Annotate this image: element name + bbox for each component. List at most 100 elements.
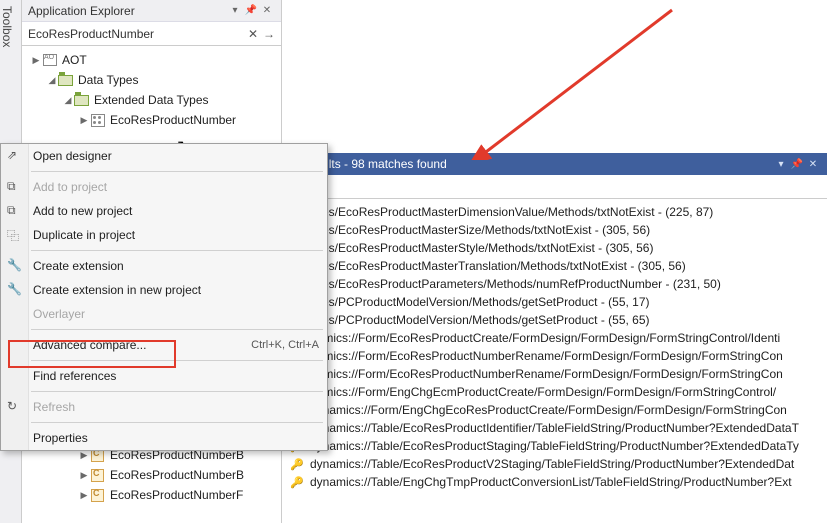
- result-text: ibles/EcoResProductParameters/Methods/nu…: [310, 277, 721, 291]
- results-titlebar: ol Results - 98 matches found ▾ 📌 ✕: [282, 153, 827, 175]
- menu-shortcut: Ctrl+K, Ctrl+A: [251, 339, 319, 351]
- wrench-icon: 🔧: [7, 282, 23, 298]
- dropdown-icon[interactable]: ▾: [227, 5, 243, 16]
- result-text: dynamics://Table/EcoResProductIdentifier…: [310, 421, 799, 435]
- tree-node-aot[interactable]: ▶ AOT: [22, 50, 281, 70]
- result-text: ibles/EcoResProductMasterSize/Methods/tx…: [310, 223, 650, 237]
- menu-create-extension-new[interactable]: 🔧 Create extension in new project: [1, 278, 327, 302]
- twisty-icon[interactable]: ▶: [78, 115, 90, 126]
- menu-label: Properties: [33, 431, 88, 445]
- edt-icon: [90, 113, 106, 127]
- menu-label: Refresh: [33, 400, 75, 414]
- menu-label: Advanced compare...: [33, 338, 146, 352]
- twisty-icon[interactable]: ▶: [78, 450, 90, 461]
- tree-node-class[interactable]: ▶ EcoResProductNumberF: [22, 485, 281, 505]
- twisty-icon[interactable]: ▶: [78, 490, 90, 501]
- clear-search-icon[interactable]: ✕: [245, 27, 261, 41]
- explorer-search-input[interactable]: [26, 25, 245, 43]
- menu-add-to-new-project[interactable]: ⧉ Add to new project: [1, 199, 327, 223]
- add-icon: ⧉: [7, 179, 23, 195]
- result-row[interactable]: ▤ibles/PCProductModelVersion/Methods/get…: [282, 311, 827, 329]
- result-row[interactable]: ▤ibles/EcoResProductMasterDimensionValue…: [282, 203, 827, 221]
- result-text: ibles/PCProductModelVersion/Methods/getS…: [310, 295, 650, 309]
- result-row[interactable]: ▭namics://Form/EcoResProductNumberRename…: [282, 365, 827, 383]
- results-title: ol Results - 98 matches found: [288, 157, 773, 171]
- menu-open-designer[interactable]: ⇗ Open designer: [1, 144, 327, 168]
- result-text: ibles/EcoResProductMasterTranslation/Met…: [310, 259, 686, 273]
- twisty-icon[interactable]: ◢: [62, 95, 74, 106]
- result-text: ibles/PCProductModelVersion/Methods/getS…: [310, 313, 650, 327]
- duplicate-icon: ⿻: [7, 227, 23, 243]
- result-text: namics://Form/EngChgEcmProductCreate/For…: [310, 385, 776, 399]
- explorer-title: Application Explorer: [28, 4, 227, 18]
- result-row[interactable]: ▭namics://Form/EcoResProductNumberRename…: [282, 347, 827, 365]
- result-row[interactable]: ▤ibles/EcoResProductMasterTranslation/Me…: [282, 257, 827, 275]
- node-label: EcoResProductNumberB: [110, 468, 244, 482]
- context-menu: ⇗ Open designer ⧉ Add to project ⧉ Add t…: [0, 143, 328, 451]
- result-text: dynamics://Table/EcoResProductStaging/Ta…: [310, 439, 799, 453]
- twisty-icon[interactable]: ▶: [30, 55, 42, 66]
- menu-label: Find references: [33, 369, 116, 383]
- node-label: Extended Data Types: [94, 93, 209, 107]
- class-icon: [90, 468, 106, 482]
- dropdown-icon[interactable]: ▾: [773, 159, 789, 170]
- aot-icon: [42, 53, 58, 67]
- explorer-search-row: ✕ →: [22, 22, 281, 46]
- tree-node-class[interactable]: ▶ EcoResProductNumberB: [22, 465, 281, 485]
- result-row[interactable]: 🔑dynamics://Table/EngChgTmpProductConver…: [282, 473, 827, 491]
- result-row[interactable]: ▭namics://Form/EngChgEcmProductCreate/Fo…: [282, 383, 827, 401]
- tree-node-edt-item[interactable]: ▶ EcoResProductNumber: [22, 110, 281, 130]
- result-text: dynamics://Table/EngChgTmpProductConvers…: [310, 475, 792, 489]
- go-search-icon[interactable]: →: [261, 27, 277, 41]
- menu-duplicate-in-project[interactable]: ⿻ Duplicate in project: [1, 223, 327, 247]
- pin-icon[interactable]: 📌: [789, 159, 805, 170]
- menu-label: Duplicate in project: [33, 228, 135, 242]
- results-panel: ol Results - 98 matches found ▾ 📌 ✕ ≡ ⇆ …: [282, 0, 827, 523]
- menu-properties[interactable]: Properties: [1, 426, 327, 450]
- key-icon: 🔑: [290, 458, 306, 471]
- result-text: namics://Form/EcoResProductNumberRename/…: [310, 367, 783, 381]
- node-label: AOT: [62, 53, 87, 67]
- node-label: EcoResProductNumber: [110, 113, 236, 127]
- menu-overlayer: Overlayer: [1, 302, 327, 326]
- menu-refresh: ↻ Refresh: [1, 395, 327, 419]
- close-icon[interactable]: ✕: [259, 5, 275, 16]
- twisty-icon[interactable]: ▶: [78, 470, 90, 481]
- twisty-icon[interactable]: ◢: [46, 75, 58, 86]
- result-text: namics://Form/EcoResProductCreate/FormDe…: [310, 331, 780, 345]
- toolbox-label: Toolbox: [0, 6, 14, 47]
- menu-label: Add to new project: [33, 204, 132, 218]
- menu-create-extension[interactable]: 🔧 Create extension: [1, 254, 327, 278]
- result-row[interactable]: 🔑dynamics://Table/EcoResProductStaging/T…: [282, 437, 827, 455]
- results-toolbar: ≡ ⇆: [282, 175, 827, 199]
- menu-advanced-compare[interactable]: Advanced compare... Ctrl+K, Ctrl+A: [1, 333, 327, 357]
- tree-node-data-types[interactable]: ◢ Data Types: [22, 70, 281, 90]
- result-row[interactable]: 🔑dynamics://Table/EcoResProductIdentifie…: [282, 419, 827, 437]
- menu-label: Create extension: [33, 259, 124, 273]
- menu-label: Overlayer: [33, 307, 85, 321]
- node-label: Data Types: [78, 73, 138, 87]
- close-icon[interactable]: ✕: [805, 159, 821, 170]
- pin-icon[interactable]: 📌: [243, 5, 259, 16]
- annotation-arrow: [462, 0, 682, 160]
- result-row[interactable]: ▤ibles/EcoResProductParameters/Methods/n…: [282, 275, 827, 293]
- explorer-titlebar: Application Explorer ▾ 📌 ✕: [22, 0, 281, 22]
- result-row[interactable]: ▤ibles/EcoResProductMasterStyle/Methods/…: [282, 239, 827, 257]
- menu-add-to-project: ⧉ Add to project: [1, 175, 327, 199]
- class-icon: [90, 488, 106, 502]
- menu-find-references[interactable]: Find references: [1, 364, 327, 388]
- refresh-icon: ↻: [7, 399, 23, 415]
- result-row[interactable]: ▤ibles/PCProductModelVersion/Methods/get…: [282, 293, 827, 311]
- menu-label: Open designer: [33, 149, 112, 163]
- menu-label: Add to project: [33, 180, 107, 194]
- result-row[interactable]: 🔑dynamics://Table/EcoResProductV2Staging…: [282, 455, 827, 473]
- result-row[interactable]: 🔑dynamics://Form/EngChgEcoResProductCrea…: [282, 401, 827, 419]
- result-text: dynamics://Form/EngChgEcoResProductCreat…: [310, 403, 787, 417]
- tree-node-extended-data-types[interactable]: ◢ Extended Data Types: [22, 90, 281, 110]
- folder-icon: [58, 73, 74, 87]
- result-row[interactable]: ▭namics://Form/EcoResProductCreate/FormD…: [282, 329, 827, 347]
- result-row[interactable]: ▤ibles/EcoResProductMasterSize/Methods/t…: [282, 221, 827, 239]
- wrench-icon: 🔧: [7, 258, 23, 274]
- add-new-icon: ⧉: [7, 203, 23, 219]
- results-list[interactable]: ▤ibles/EcoResProductMasterDimensionValue…: [282, 199, 827, 523]
